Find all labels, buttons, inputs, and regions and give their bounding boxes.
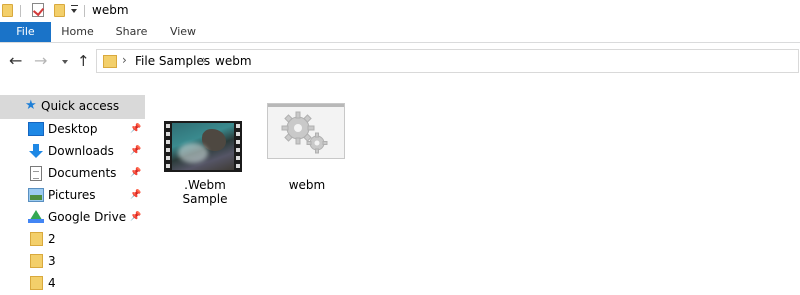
pin-icon: 📌 xyxy=(130,168,142,178)
sidebar-item-label: Pictures xyxy=(48,188,96,202)
sidebar-item-documents[interactable]: Documents 📌 xyxy=(0,163,145,185)
folder-icon xyxy=(2,4,13,17)
sidebar-item-label: Quick access xyxy=(41,99,120,113)
file-name: webm xyxy=(288,178,326,192)
file-name: .Webm Sample xyxy=(182,178,228,206)
breadcrumb-file-samples[interactable]: File Samples xyxy=(135,54,210,68)
title-bar: webm xyxy=(0,0,800,22)
sidebar-item-folder-2[interactable]: 2 xyxy=(0,229,145,251)
star-icon: ★ xyxy=(25,98,37,113)
window-title: webm xyxy=(92,3,129,17)
sidebar-item-downloads[interactable]: Downloads 📌 xyxy=(0,141,145,163)
tab-file[interactable]: File xyxy=(0,22,51,42)
sidebar-item-label: 4 xyxy=(48,276,56,290)
settings-file-icon xyxy=(267,103,345,159)
gears-icon xyxy=(281,111,328,154)
chevron-right-icon[interactable]: › xyxy=(202,53,207,67)
desktop-icon xyxy=(28,122,44,136)
sidebar-item-folder-4[interactable]: 4 xyxy=(0,273,145,295)
sidebar-item-google-drive[interactable]: Google Drive 📌 xyxy=(0,207,145,229)
sidebar-item-desktop[interactable]: Desktop 📌 xyxy=(0,119,145,141)
folder-icon xyxy=(30,232,43,246)
sidebar-item-label: 2 xyxy=(48,232,56,246)
filmstrip-right xyxy=(234,121,242,172)
toolbar-separator xyxy=(84,5,85,17)
sidebar-item-label: 3 xyxy=(48,254,56,268)
downloads-icon xyxy=(28,144,44,158)
pin-icon: 📌 xyxy=(130,212,142,222)
google-drive-icon xyxy=(28,210,44,223)
pin-icon: 📌 xyxy=(130,146,142,156)
pictures-icon xyxy=(28,188,44,202)
sidebar-item-label: Desktop xyxy=(48,122,98,136)
file-list: .Webm Sample webm xyxy=(145,80,800,291)
sidebar-item-folder-3[interactable]: 3 xyxy=(0,251,145,273)
folder-icon xyxy=(30,254,43,268)
documents-icon xyxy=(30,166,42,181)
file-item-webm[interactable]: webm xyxy=(263,102,351,198)
properties-icon[interactable] xyxy=(32,3,44,17)
sidebar-item-quick-access[interactable]: ★ Quick access xyxy=(0,95,145,119)
filmstrip-left xyxy=(164,121,172,172)
folder-icon xyxy=(103,55,117,68)
sidebar-item-pictures[interactable]: Pictures 📌 xyxy=(0,185,145,207)
video-thumbnail xyxy=(164,121,242,172)
back-arrow-icon[interactable]: ← xyxy=(9,52,22,70)
address-bar[interactable]: › File Samples › webm xyxy=(96,49,799,73)
pin-icon: 📌 xyxy=(130,124,142,134)
recent-locations-icon[interactable] xyxy=(62,60,68,64)
up-arrow-icon[interactable]: ↑ xyxy=(77,52,90,70)
new-folder-icon[interactable] xyxy=(54,4,65,17)
customize-toolbar-icon[interactable] xyxy=(70,3,79,17)
toolbar-separator xyxy=(20,5,21,17)
tab-share[interactable]: Share xyxy=(104,22,159,42)
ribbon-tabs: File Home Share View xyxy=(0,22,800,43)
tab-home[interactable]: Home xyxy=(51,22,104,42)
breadcrumb-webm[interactable]: webm xyxy=(215,54,252,68)
forward-arrow-icon[interactable]: → xyxy=(34,52,47,70)
sidebar-item-label: Documents xyxy=(48,166,117,180)
pin-icon: 📌 xyxy=(130,190,142,200)
video-frame-image xyxy=(172,123,234,170)
chevron-right-icon[interactable]: › xyxy=(122,53,127,67)
sidebar-item-label: Google Drive xyxy=(48,210,127,224)
file-item-webm-sample[interactable]: .Webm Sample xyxy=(161,102,249,206)
folder-icon xyxy=(30,276,43,290)
navigation-pane: ★ Quick access Desktop 📌 Downloads 📌 Doc… xyxy=(0,80,145,291)
sidebar-item-label: Downloads xyxy=(48,144,114,158)
navigation-bar: ← → ↑ › File Samples › webm xyxy=(0,43,800,80)
tab-view[interactable]: View xyxy=(159,22,207,42)
